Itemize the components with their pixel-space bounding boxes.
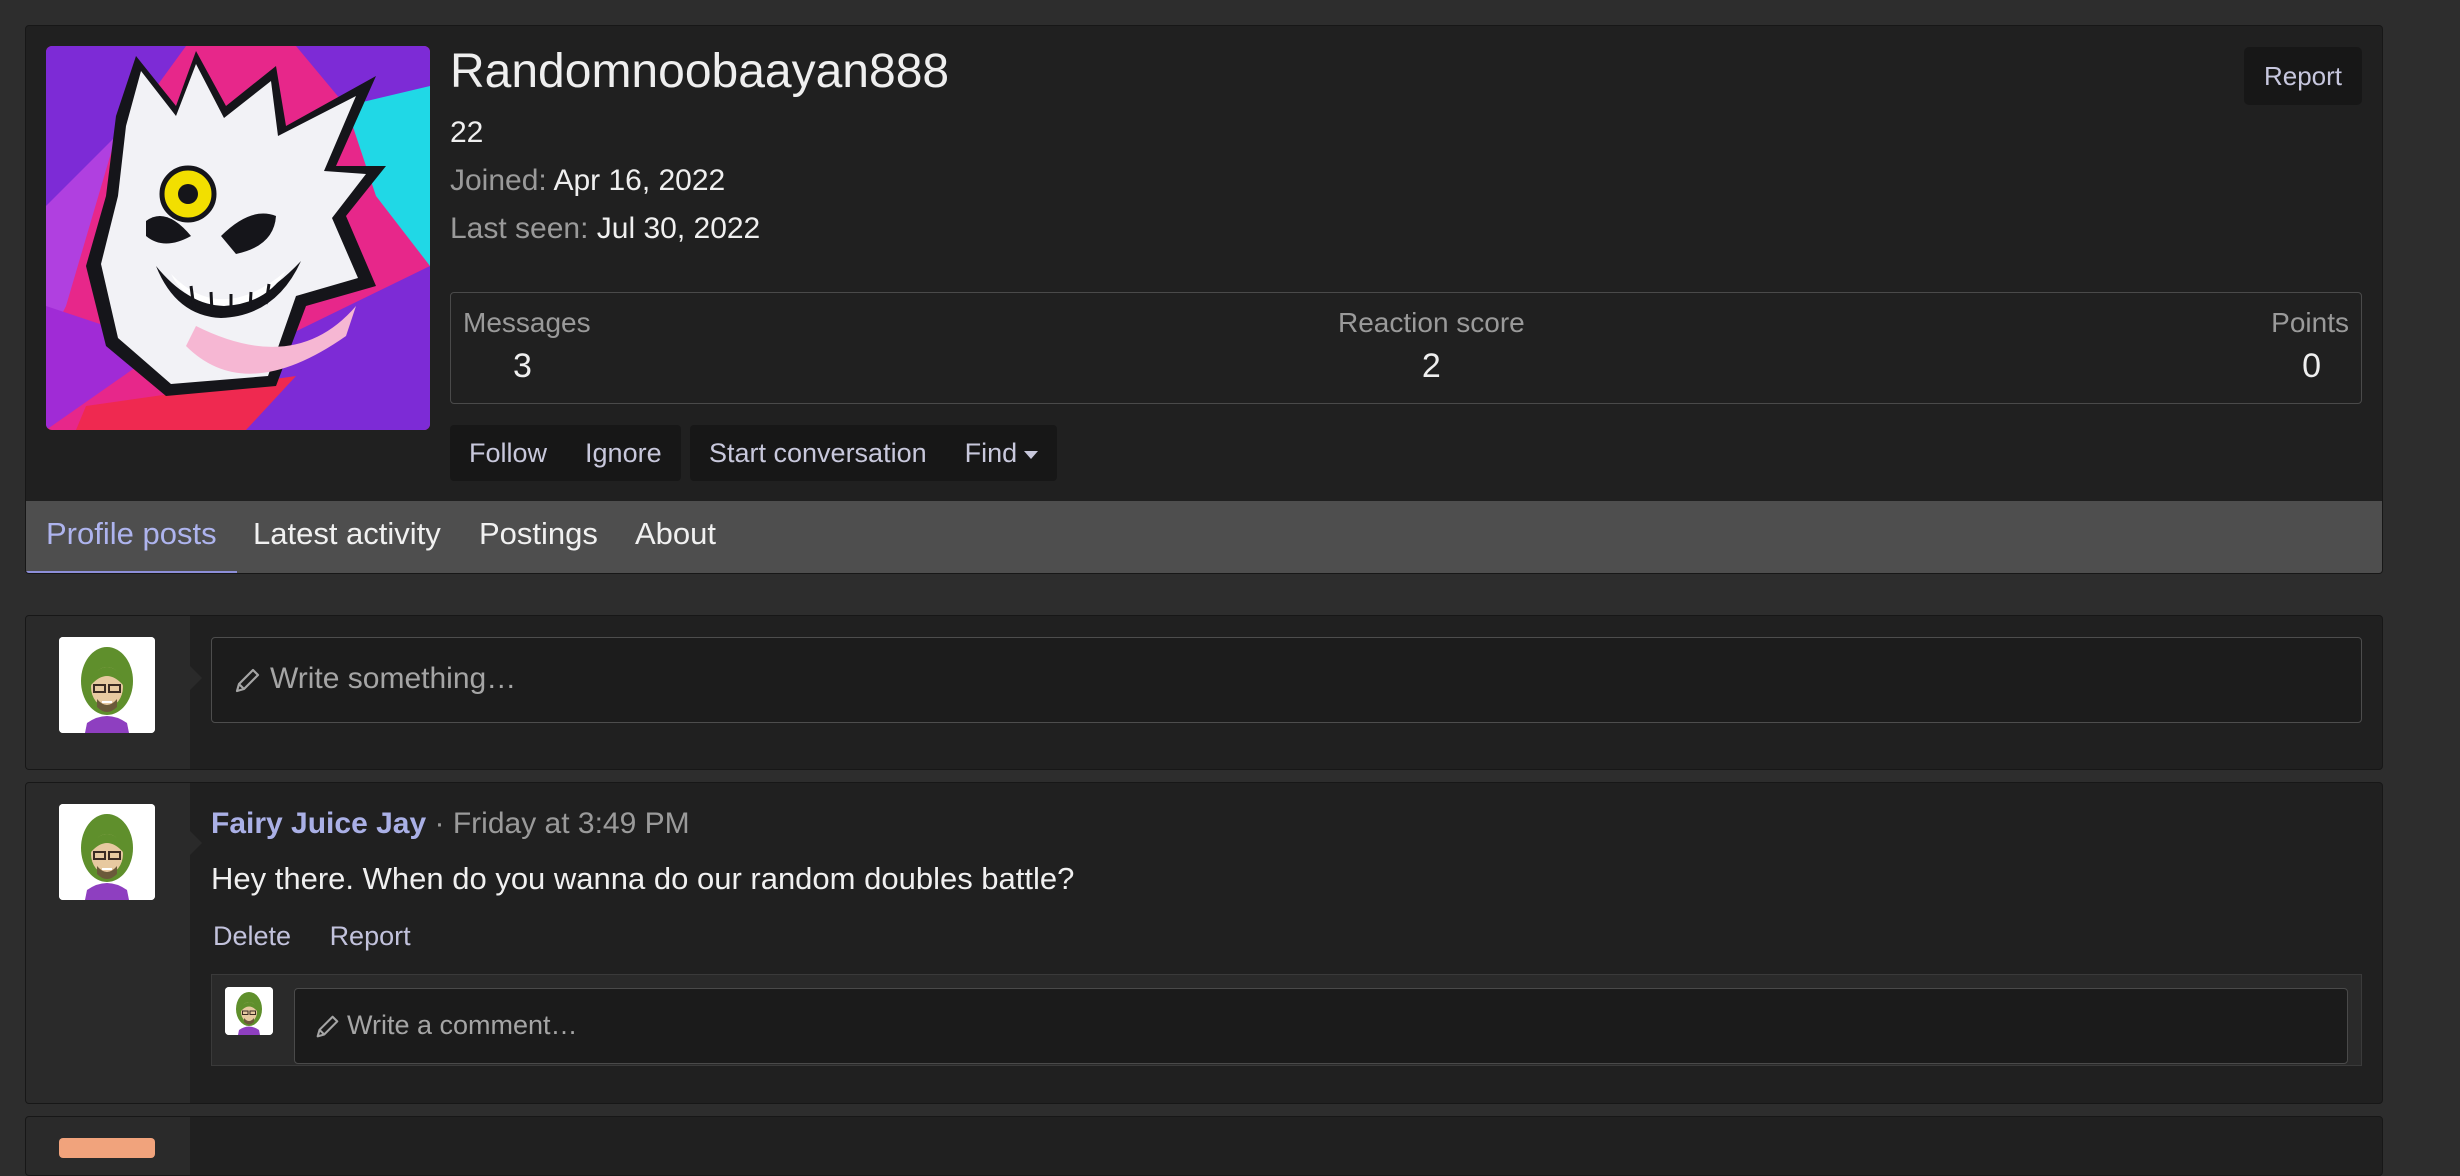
follow-button[interactable]: Follow (450, 425, 566, 481)
last-seen-label: Last seen: (450, 212, 589, 245)
stat-reaction-score[interactable]: Reaction score 2 (1338, 307, 1525, 386)
stat-value: 0 (2302, 347, 2321, 385)
follow-ignore-group: Follow Ignore (450, 425, 681, 481)
stat-value: 2 (1421, 347, 1441, 385)
conversation-find-group: Start conversation Find (690, 425, 1058, 481)
commenter-avatar (225, 987, 273, 1035)
last-seen: Last seen: Jul 30, 2022 (450, 212, 760, 246)
start-conversation-button[interactable]: Start conversation (690, 425, 946, 481)
stat-points[interactable]: Points 0 (2271, 307, 2349, 386)
post-header: Fairy Juice Jay · Friday at 3:49 PM (211, 807, 690, 841)
ignore-button[interactable]: Ignore (566, 425, 681, 481)
stat-label: Points (2271, 307, 2349, 338)
write-something-input[interactable]: Write something… (211, 637, 2362, 723)
report-profile-button[interactable]: Report (2243, 47, 2362, 105)
profile-stats: Messages 3 Reaction score 2 Points 0 (450, 292, 2362, 404)
write-something-placeholder: Write something… (270, 662, 517, 695)
report-post-link[interactable]: Report (330, 921, 411, 951)
post-body: Hey there. When do you wanna do our rand… (211, 861, 1075, 896)
stat-label: Reaction score (1338, 307, 1525, 338)
tab-postings[interactable]: Postings (479, 501, 598, 573)
post-timestamp[interactable]: Friday at 3:49 PM (453, 807, 690, 840)
caret-down-icon (1024, 450, 1039, 459)
pencil-icon (316, 1015, 339, 1038)
post-author-link[interactable]: Fairy Juice Jay (211, 807, 426, 840)
post-separator: · (434, 807, 445, 840)
write-comment-placeholder: Write a comment… (347, 1010, 578, 1040)
sidebar-arrow (190, 666, 202, 690)
stat-messages[interactable]: Messages 3 (463, 307, 591, 386)
last-seen-value: Jul 30, 2022 (596, 212, 761, 245)
joined-label: Joined: (450, 164, 547, 197)
username: Randomnoobaayan888 (450, 45, 950, 98)
tab-about[interactable]: About (635, 501, 716, 573)
post-author-avatar[interactable] (59, 1138, 155, 1158)
post-actions: Delete Report (213, 921, 442, 952)
sidebar-arrow (190, 831, 202, 855)
joined-value: Apr 16, 2022 (553, 164, 726, 197)
post-author-avatar[interactable] (59, 804, 155, 900)
tab-latest-activity[interactable]: Latest activity (253, 501, 441, 573)
write-comment-input[interactable]: Write a comment… (294, 988, 2348, 1064)
find-label: Find (964, 438, 1018, 468)
joined-date: Joined: Apr 16, 2022 (450, 164, 725, 198)
find-menu-button[interactable]: Find (946, 425, 1058, 481)
stat-value: 3 (513, 347, 532, 385)
stat-label: Messages (463, 307, 591, 338)
profile-tabs: Profile posts Latest activity Postings A… (26, 501, 2382, 573)
profile-post-composer: Write something… (25, 615, 2383, 770)
comment-box: Write a comment… (211, 974, 2362, 1066)
profile-avatar[interactable] (46, 46, 430, 430)
user-title: 22 (450, 116, 484, 149)
delete-post-link[interactable]: Delete (213, 921, 291, 951)
pencil-icon (235, 668, 260, 693)
profile-post-next (25, 1116, 2383, 1176)
tab-profile-posts[interactable]: Profile posts (26, 501, 237, 573)
profile-post: Fairy Juice Jay · Friday at 3:49 PM Hey … (25, 782, 2383, 1104)
profile-header: Randomnoobaayan888 22 Joined: Apr 16, 20… (25, 25, 2383, 574)
current-user-avatar[interactable] (59, 637, 155, 733)
